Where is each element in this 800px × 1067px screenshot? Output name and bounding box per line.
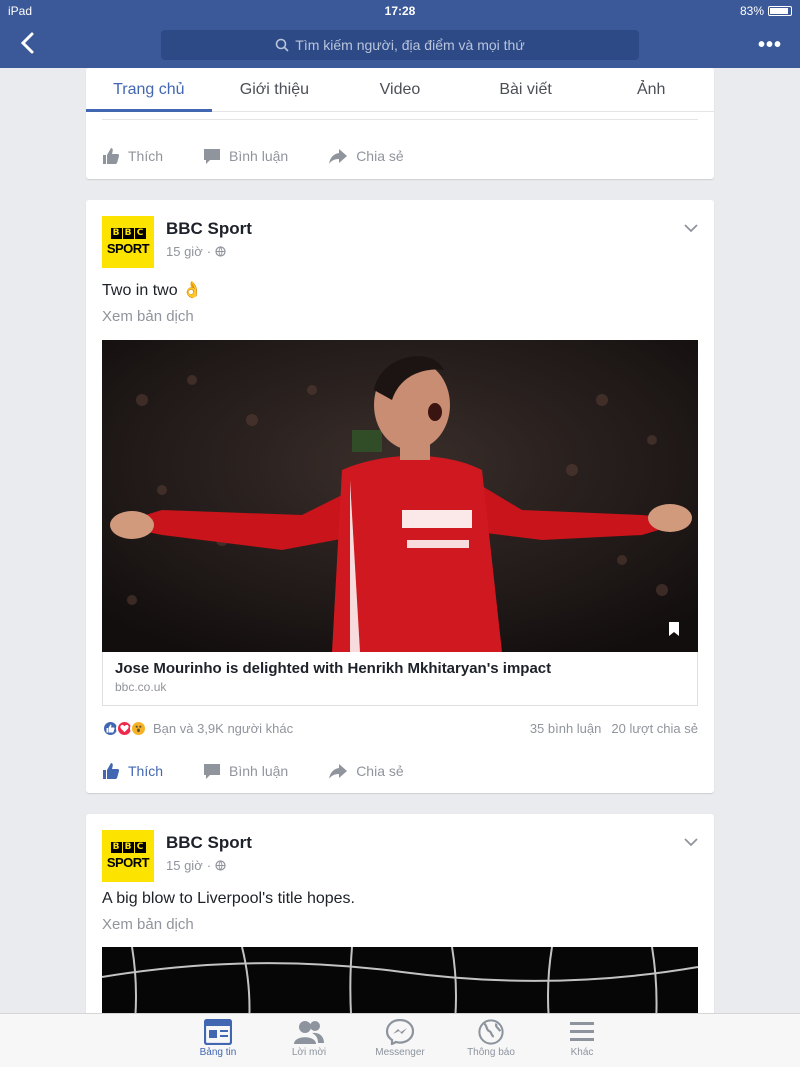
comment-button[interactable]: Bình luận [203,762,288,780]
status-bar: iPad 17:28 83% [0,0,800,22]
news-feed-icon [204,1019,232,1045]
battery-status: 83% [740,4,792,18]
link-domain: bbc.co.uk [115,680,167,694]
tab-friend-requests[interactable]: Lời mời [264,1014,355,1067]
like-button[interactable]: Thích [102,762,163,780]
top-navigation-bar: iPad 17:28 83% Tìm kiếm người, địa điểm … [0,0,800,68]
post-header: B B C SPORT BBC Sport 15 giờ · [102,216,698,270]
share-button[interactable]: Chia sẻ [328,762,404,780]
battery-percent: 83% [739,4,764,18]
see-translation-link[interactable]: Xem bản dịch [102,308,194,325]
tab-home[interactable]: Trang chủ [86,68,212,112]
post-text: A big blow to Liverpool's title hopes. [102,890,355,907]
reaction-icons [102,719,147,737]
search-icon [275,38,289,52]
messenger-icon [386,1019,414,1045]
share-icon [329,149,348,164]
comment-icon [204,149,221,164]
reactions-summary[interactable]: Bạn và 3,9K người khác 35 bình luận 20 l… [102,718,698,738]
bottom-tab-bar: Bảng tin Lời mời Messenger Thông báo Khá… [0,1013,800,1067]
search-placeholder: Tìm kiếm người, địa điểm và mọi thứ [295,37,525,53]
post-meta: 15 giờ · [166,244,226,259]
post-header: B B C SPORT BBC Sport 15 giờ · [102,830,698,884]
post-card: B B C SPORT BBC Sport 15 giờ · Two in tw… [86,200,714,793]
post-photo[interactable] [102,340,698,652]
globe-privacy-icon [215,860,226,871]
chevron-down-icon[interactable] [684,838,698,847]
globe-icon [478,1019,504,1045]
status-time: 17:28 [384,4,416,18]
share-icon [329,764,348,779]
page-tabs: Trang chủ Giới thiệu Video Bài viết Ảnh [86,68,714,112]
bbc-sport-logo[interactable]: B B C SPORT [102,830,154,882]
page-tabs-card: Trang chủ Giới thiệu Video Bài viết Ảnh … [86,68,714,179]
share-count[interactable]: 20 lượt chia sẻ [611,721,698,736]
post-author[interactable]: BBC Sport [166,219,252,239]
tab-posts[interactable]: Bài viết [463,68,589,111]
bbc-sport-logo[interactable]: B B C SPORT [102,216,154,268]
previous-post-actions: Thích Bình luận Chia sẻ [102,136,698,176]
like-button[interactable]: Thích [102,147,163,165]
see-translation-link[interactable]: Xem bản dịch [102,916,194,933]
link-title: Jose Mourinho is delighted with Henrikh … [115,660,552,677]
tab-news-feed[interactable]: Bảng tin [173,1014,264,1067]
post-actions: Thích Bình luận Chia sẻ [102,751,698,791]
tab-photos[interactable]: Ảnh [588,68,714,111]
reactions-text: Bạn và 3,9K người khác [153,720,294,736]
more-options-button[interactable]: ••• [758,34,782,57]
tab-messenger[interactable]: Messenger [355,1014,446,1067]
post-time[interactable]: 15 giờ [166,244,203,259]
post-meta: 15 giờ · [166,858,226,873]
post-text: Two in two 👌 [102,282,202,299]
thumbs-up-icon [103,148,120,164]
link-preview[interactable]: Jose Mourinho is delighted with Henrikh … [102,652,698,706]
globe-privacy-icon [215,246,226,257]
comment-icon [204,764,221,779]
wow-reaction-icon [130,719,147,737]
tab-notifications[interactable]: Thông báo [446,1014,537,1067]
tab-more[interactable]: Khác [537,1014,628,1067]
tab-about[interactable]: Giới thiệu [212,68,338,111]
menu-icon [570,1022,594,1041]
previous-post-stats [102,112,698,120]
chevron-left-icon [20,32,34,54]
chevron-down-icon[interactable] [684,224,698,233]
battery-icon [768,6,792,16]
back-button[interactable] [14,30,40,56]
search-input[interactable]: Tìm kiếm người, địa điểm và mọi thứ [161,30,639,60]
celebrating-player-photo [102,340,698,652]
tab-video[interactable]: Video [337,68,463,111]
comment-count[interactable]: 35 bình luận [530,721,602,736]
post-time[interactable]: 15 giờ [166,858,203,873]
thumbs-up-icon [103,763,120,779]
comment-button[interactable]: Bình luận [203,147,288,165]
friend-requests-icon [294,1021,324,1044]
post-author[interactable]: BBC Sport [166,833,252,853]
share-button[interactable]: Chia sẻ [328,147,404,165]
